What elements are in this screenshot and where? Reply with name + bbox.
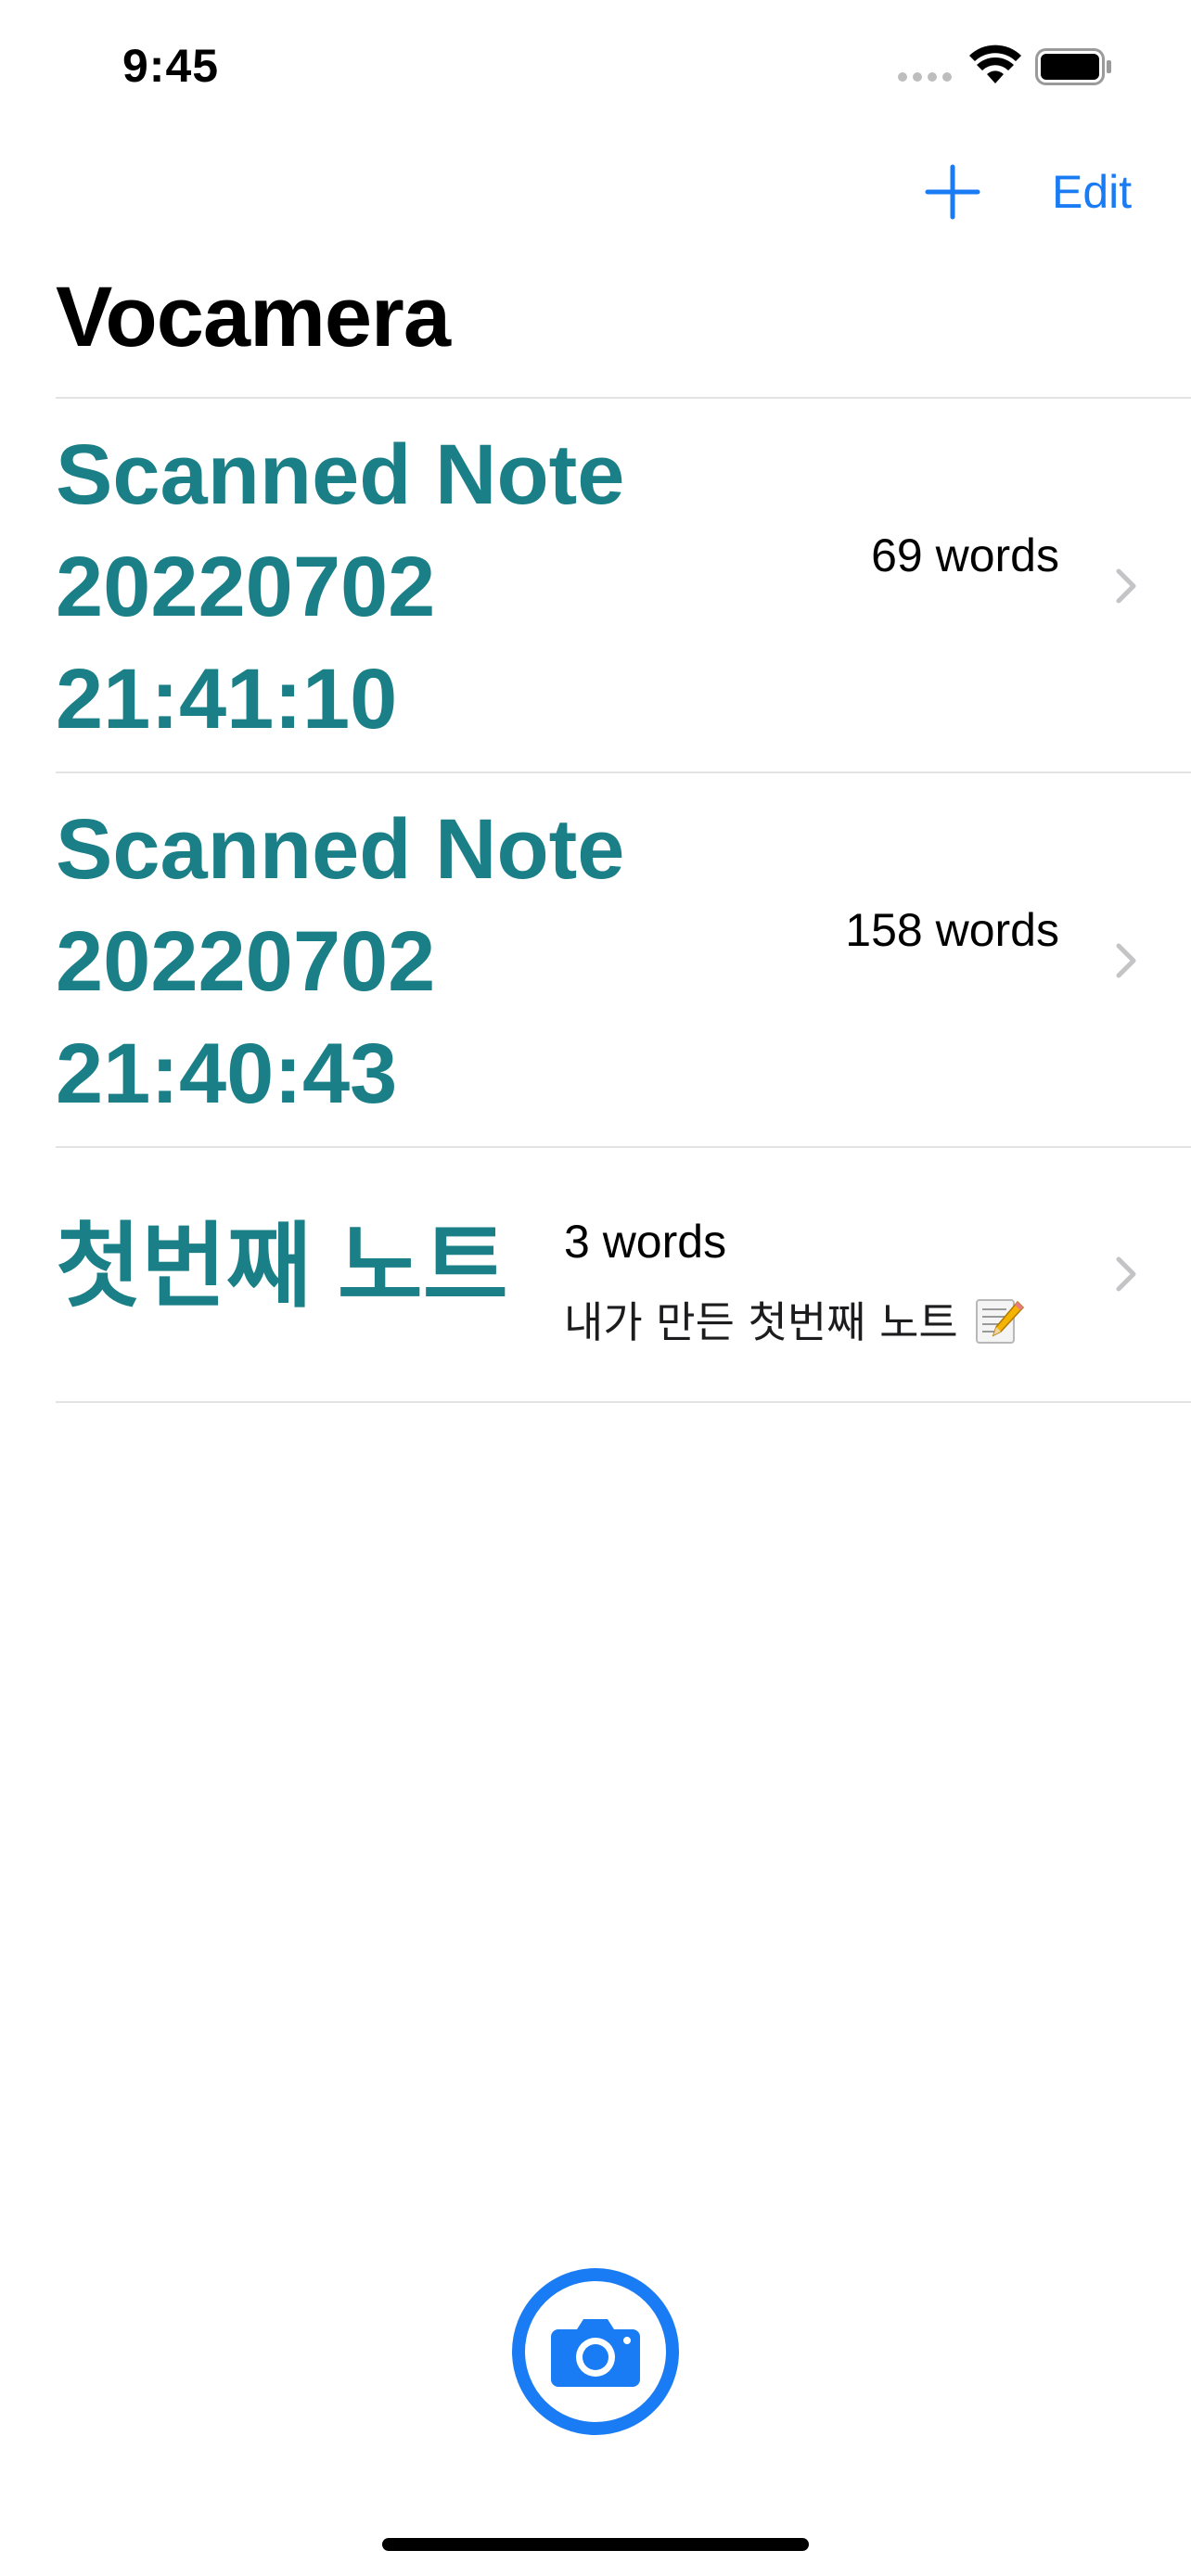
note-title: Scanned Note 20220702 21:41:10 [56, 427, 625, 746]
note-title: Scanned Note 20220702 21:40:43 [56, 802, 625, 1121]
status-time: 9:45 [122, 40, 220, 92]
home-indicator[interactable] [382, 2538, 809, 2551]
word-count: 69 words [871, 529, 1059, 581]
screen: 9:45 Edit Vocamera Scanned Note 20220702… [0, 0, 1191, 2576]
note-row[interactable]: Scanned Note 20220702 21:41:10 69 words [56, 399, 1191, 772]
cellular-signal-icon [898, 72, 952, 82]
chevron-right-icon [1116, 943, 1136, 978]
word-count: 3 words [564, 1216, 727, 1268]
plus-icon [925, 164, 980, 220]
edit-button[interactable]: Edit [1052, 163, 1132, 221]
divider [56, 1401, 1191, 1403]
notes-list: Scanned Note 20220702 21:41:10 69 words … [56, 397, 1191, 1403]
note-title: 첫번째 노트 [56, 1215, 508, 1319]
note-row[interactable]: 첫번째 노트 3 words 내가 만든 첫번째 노트 [56, 1148, 1191, 1401]
camera-icon [551, 2319, 640, 2387]
note-row[interactable]: Scanned Note 20220702 21:40:43 158 words [56, 773, 1191, 1146]
chevron-right-icon [1116, 1256, 1136, 1292]
page-title: Vocamera [56, 270, 451, 364]
note-subtitle-text: 내가 만든 첫번째 노트 [564, 1297, 958, 1347]
chevron-right-icon [1116, 568, 1136, 604]
camera-button[interactable] [512, 2268, 679, 2435]
note-subtitle: 내가 만든 첫번째 노트 [564, 1289, 1025, 1350]
battery-icon [1035, 48, 1111, 85]
status-bar: 9:45 [0, 0, 1191, 130]
word-count: 158 words [845, 904, 1059, 956]
memo-icon [975, 1299, 1024, 1344]
add-note-button[interactable] [924, 163, 981, 221]
wifi-icon [969, 45, 1021, 83]
